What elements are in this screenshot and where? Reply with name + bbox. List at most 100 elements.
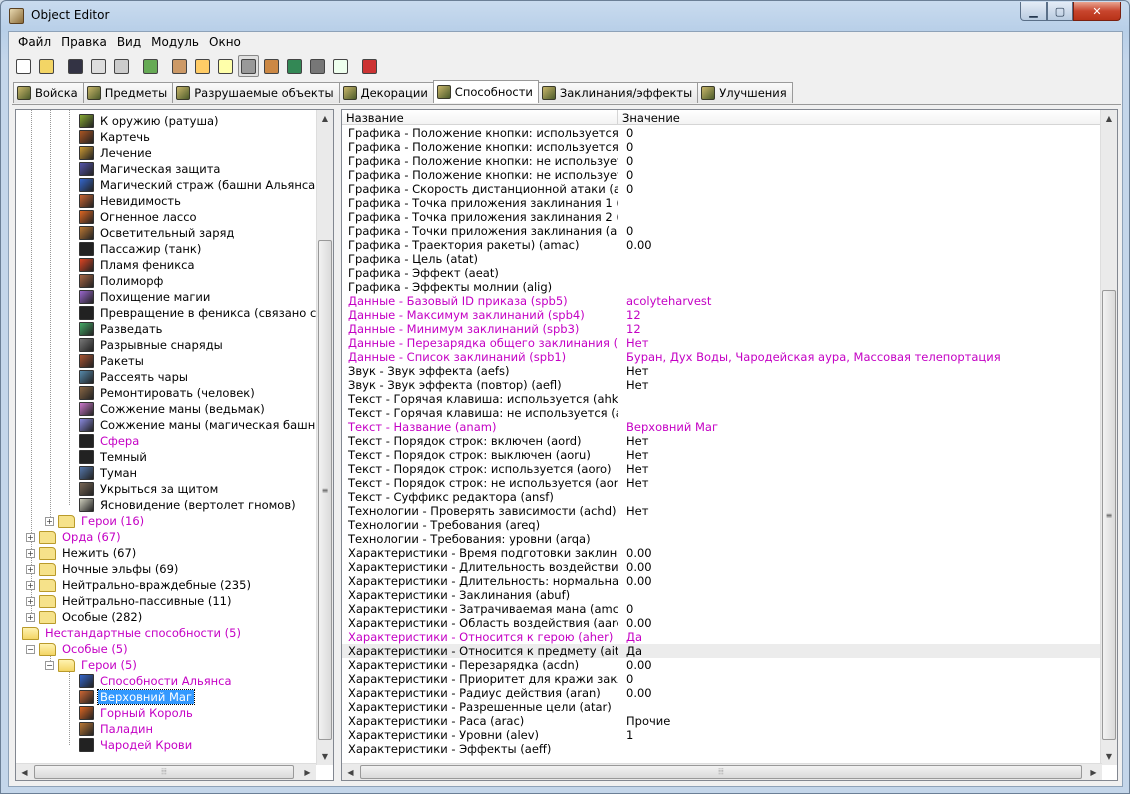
- property-row[interactable]: Графика - Траектория ракеты) (amac) 0.00: [342, 238, 1102, 252]
- tree-node[interactable]: Осветительный заряд: [79, 225, 236, 241]
- property-row[interactable]: Графика - Положение кнопки: не используе…: [342, 154, 1102, 168]
- property-row[interactable]: Данные - Список заклинаний (spb1) Буран, …: [342, 350, 1102, 364]
- tree-node[interactable]: Горный Король: [79, 705, 195, 721]
- cube-button[interactable]: [307, 55, 328, 77]
- scroll-left-icon[interactable]: ◀: [16, 764, 33, 780]
- sound-button[interactable]: [215, 55, 236, 77]
- property-value[interactable]: 0: [618, 602, 633, 616]
- property-value[interactable]: Прочие: [618, 714, 670, 728]
- property-value[interactable]: Верховний Маг: [618, 420, 718, 434]
- ability-button[interactable]: [238, 55, 259, 77]
- new-button[interactable]: [13, 55, 34, 77]
- tree-node[interactable]: − Герои (5): [45, 657, 139, 673]
- property-row[interactable]: Данные - Базовый ID приказа (spb5) acolyt…: [342, 294, 1102, 308]
- tab-3[interactable]: Декорации: [338, 82, 434, 103]
- property-row[interactable]: Текст - Порядок строк: включен (aord) Нет: [342, 434, 1102, 448]
- tree-node[interactable]: Темный: [79, 449, 149, 465]
- property-row[interactable]: Графика - Точки приложения заклинания (a…: [342, 224, 1102, 238]
- property-row[interactable]: Технологии - Проверять зависимости (achd…: [342, 504, 1102, 518]
- maximize-button[interactable]: ▢: [1047, 2, 1073, 21]
- property-row[interactable]: Текст - Порядок строк: не используется (…: [342, 476, 1102, 490]
- property-row[interactable]: Технологии - Требования: уровни (arqa): [342, 532, 1102, 546]
- tree-node[interactable]: + Ночные эльфы (69): [26, 561, 180, 577]
- tab-2[interactable]: Разрушаемые объекты: [172, 82, 340, 103]
- tree-node[interactable]: + Нейтрально-пассивные (11): [26, 593, 233, 609]
- tree-node[interactable]: Ракеты: [79, 353, 146, 369]
- property-value[interactable]: 0.00: [618, 546, 652, 560]
- property-value[interactable]: Да: [618, 630, 642, 644]
- tree-node[interactable]: Рассеять чары: [79, 369, 190, 385]
- tree-node[interactable]: Ремонтировать (человек): [79, 385, 257, 401]
- property-row[interactable]: Данные - Перезарядка общего заклинания (…: [342, 336, 1102, 350]
- paste-button[interactable]: [111, 55, 132, 77]
- property-value[interactable]: 1: [618, 728, 633, 742]
- tree-node[interactable]: Разрывные снаряды: [79, 337, 225, 353]
- property-row[interactable]: Характеристики - Длительность воздействи…: [342, 560, 1102, 574]
- property-row[interactable]: Графика - Точка приложения заклинания 1 …: [342, 196, 1102, 210]
- tree-node[interactable]: Туман: [79, 465, 139, 481]
- property-value[interactable]: Нет: [618, 336, 648, 350]
- menu-file[interactable]: Файл: [13, 35, 56, 49]
- tree-node[interactable]: − Особые (5): [26, 641, 130, 657]
- column-header-value[interactable]: Значение: [618, 110, 1102, 125]
- object-tree[interactable]: К оружию (ратуша) Картечь Лечение Магическа…: [15, 109, 334, 781]
- property-value[interactable]: Нет: [618, 448, 648, 462]
- property-row[interactable]: Текст - Горячая клавиша: не используется…: [342, 406, 1102, 420]
- property-value[interactable]: 0: [618, 168, 633, 182]
- property-row[interactable]: Текст - Порядок строк: выключен (aoru) Не…: [342, 448, 1102, 462]
- property-value[interactable]: Нет: [618, 434, 648, 448]
- property-value[interactable]: 0.00: [618, 616, 652, 630]
- tab-4[interactable]: Способности: [432, 80, 539, 103]
- tree-node[interactable]: Разведать: [79, 321, 164, 337]
- property-row[interactable]: Характеристики - Приоритет для кражи зак…: [342, 672, 1102, 686]
- open-button[interactable]: [36, 55, 57, 77]
- book-button[interactable]: [359, 55, 380, 77]
- tree-node[interactable]: Сожжение маны (ведьмак): [79, 401, 267, 417]
- tree-node[interactable]: Превращение в феникса (связано с яйцом: [79, 305, 316, 321]
- property-value[interactable]: [618, 742, 626, 756]
- expand-icon[interactable]: +: [26, 548, 35, 558]
- scroll-up-icon[interactable]: ▲: [317, 110, 333, 127]
- scroll-right-icon[interactable]: ▶: [1085, 764, 1102, 780]
- property-value[interactable]: 0.00: [618, 238, 652, 252]
- property-row[interactable]: Графика - Положение кнопки: используется…: [342, 126, 1102, 140]
- property-value[interactable]: [618, 252, 626, 266]
- property-value[interactable]: 0: [618, 154, 633, 168]
- property-value[interactable]: acolyteharvest: [618, 294, 711, 308]
- property-row[interactable]: Характеристики - Эффекты (aeff): [342, 742, 1102, 756]
- property-value[interactable]: [618, 266, 626, 280]
- tab-6[interactable]: Улучшения: [697, 82, 793, 103]
- property-value[interactable]: Буран, Дух Воды, Чародейская аура, Массо…: [618, 350, 1001, 364]
- property-value[interactable]: [618, 406, 626, 420]
- title-bar[interactable]: Object Editor ▁ ▢ ✕: [1, 1, 1129, 31]
- hero-button[interactable]: [261, 55, 282, 77]
- property-row[interactable]: Характеристики - Раса (arac) Прочие: [342, 714, 1102, 728]
- grid-hscroll-thumb[interactable]: ⦙⦙⦙: [360, 765, 1082, 779]
- tree-node[interactable]: Сожжение маны (магическая башня): [79, 417, 316, 433]
- property-row[interactable]: Характеристики - Область воздействия (aa…: [342, 616, 1102, 630]
- tree-node[interactable]: Огненное лассо: [79, 209, 199, 225]
- tree-node[interactable]: Пассажир (танк): [79, 241, 203, 257]
- tree-node[interactable]: Верховний Маг: [79, 689, 196, 705]
- tree-node[interactable]: + Нежить (67): [26, 545, 138, 561]
- property-row[interactable]: Характеристики - Разрешенные цели (atar): [342, 700, 1102, 714]
- expand-icon[interactable]: +: [26, 580, 35, 590]
- tree-node[interactable]: Невидимость: [79, 193, 183, 209]
- property-row[interactable]: Графика - Положение кнопки: используется…: [342, 140, 1102, 154]
- property-value[interactable]: 0.00: [618, 658, 652, 672]
- property-value[interactable]: 12: [618, 308, 641, 322]
- scroll-left-icon[interactable]: ◀: [342, 764, 359, 780]
- property-row[interactable]: Данные - Максимум заклинаний (spb4) 12: [342, 308, 1102, 322]
- property-row[interactable]: Графика - Скорость дистанционной атаки (…: [342, 182, 1102, 196]
- property-value[interactable]: 0: [618, 224, 633, 238]
- property-value[interactable]: Да: [618, 644, 642, 658]
- tree-node[interactable]: + Орда (67): [26, 529, 123, 545]
- property-value[interactable]: 0.00: [618, 686, 652, 700]
- property-row[interactable]: Характеристики - Относится к предмету (a…: [342, 644, 1102, 658]
- property-row[interactable]: Данные - Минимум заклинаний (spb3) 12: [342, 322, 1102, 336]
- tree-node[interactable]: Чародей Крови: [79, 737, 194, 753]
- property-value[interactable]: [618, 280, 626, 294]
- property-value[interactable]: Нет: [618, 378, 648, 392]
- tree-node[interactable]: Магический страж (башни Альянса): [79, 177, 316, 193]
- tab-0[interactable]: Войска: [13, 82, 84, 103]
